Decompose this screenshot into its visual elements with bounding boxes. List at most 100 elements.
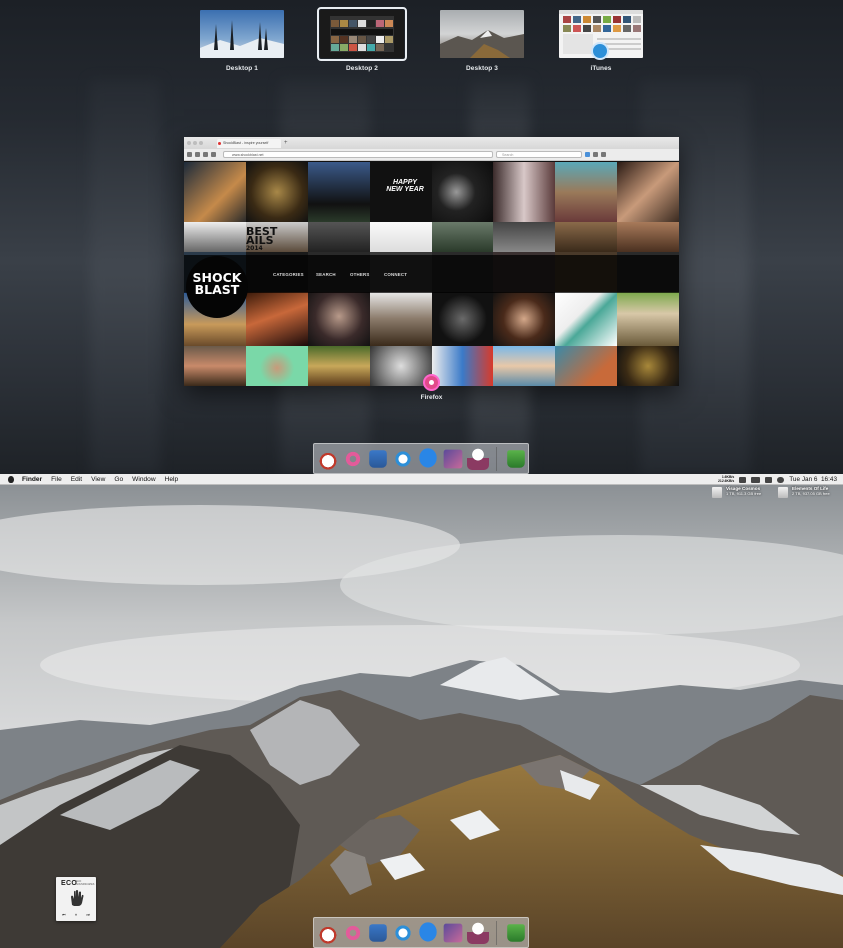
photo-tile[interactable] bbox=[184, 346, 246, 386]
next-track-button[interactable]: ⏭ bbox=[86, 912, 90, 917]
url-bar[interactable]: www.shockblast.net bbox=[223, 151, 493, 158]
photo-tile[interactable] bbox=[493, 292, 556, 346]
jar-icon[interactable] bbox=[369, 923, 387, 942]
photo-tile[interactable] bbox=[307, 346, 370, 386]
pause-button[interactable]: ⏸ bbox=[75, 912, 77, 917]
menu-go[interactable]: Go bbox=[114, 476, 123, 483]
net-down: 212.6KB/s bbox=[718, 478, 735, 483]
firefox-app-badge-icon bbox=[423, 374, 440, 391]
drive-text: Elements Of Life 2 TB, 937.05 GB free bbox=[792, 486, 830, 496]
photo-tile[interactable] bbox=[245, 162, 308, 222]
display-icon[interactable] bbox=[739, 476, 747, 483]
mission-control: Desktop 1 Desktop 2 Desktop 3 iTunes Sho… bbox=[0, 0, 843, 474]
menu-view[interactable]: View bbox=[91, 476, 105, 483]
jar-icon[interactable] bbox=[369, 449, 387, 468]
photo-tile[interactable] bbox=[369, 222, 432, 252]
photo-tile[interactable] bbox=[245, 292, 308, 346]
photo-tile[interactable] bbox=[555, 162, 618, 222]
photo-tile[interactable] bbox=[617, 222, 679, 252]
photo-tile[interactable] bbox=[617, 162, 679, 222]
forward-icon[interactable] bbox=[195, 152, 200, 157]
back-icon[interactable] bbox=[187, 152, 192, 157]
drive-info: 2 TB, 937.05 GB free bbox=[792, 491, 830, 496]
cupcake-icon[interactable] bbox=[467, 447, 489, 470]
space-label: Desktop 3 bbox=[466, 65, 498, 72]
space-itunes[interactable]: iTunes bbox=[557, 8, 645, 72]
ring-icon[interactable] bbox=[392, 447, 414, 470]
hard-drive-icon bbox=[778, 487, 788, 498]
photo-tile[interactable] bbox=[555, 292, 618, 346]
menu-edit[interactable]: Edit bbox=[71, 476, 82, 483]
cloud-icon[interactable] bbox=[777, 476, 785, 483]
drive-visage-cosmos[interactable]: Visage Cosmos 1 TB, 911.3 GB free bbox=[712, 486, 761, 498]
photo-tile[interactable] bbox=[493, 222, 556, 252]
reload-icon[interactable] bbox=[203, 152, 208, 157]
photo-tile[interactable] bbox=[493, 346, 556, 386]
network-speed[interactable]: 1.6KB/s 212.6KB/s bbox=[718, 475, 735, 483]
menu-icon[interactable] bbox=[601, 152, 606, 157]
donut-icon[interactable] bbox=[342, 921, 364, 944]
tea-cup-icon[interactable] bbox=[317, 921, 339, 944]
menu-app-name[interactable]: Finder bbox=[22, 476, 42, 483]
trash-bucket-icon[interactable] bbox=[507, 449, 525, 468]
photo-tile[interactable] bbox=[617, 292, 679, 346]
photo-tile[interactable] bbox=[493, 162, 556, 222]
photo-tile[interactable] bbox=[307, 162, 370, 222]
apple-menu-icon[interactable] bbox=[8, 475, 14, 483]
nav-others[interactable]: OTHERS bbox=[350, 272, 370, 277]
messages-icon[interactable] bbox=[417, 447, 439, 470]
donut-icon[interactable] bbox=[342, 447, 364, 470]
space-desktop-3[interactable]: Desktop 3 bbox=[438, 8, 526, 72]
space-desktop-2[interactable]: Desktop 2 bbox=[317, 7, 407, 72]
photos-icon[interactable] bbox=[443, 923, 463, 942]
site-logo[interactable]: SHOCK BLAST bbox=[186, 256, 248, 318]
nav-connect[interactable]: CONNECT bbox=[384, 272, 407, 277]
photo-tile[interactable] bbox=[307, 222, 370, 252]
photo-tile[interactable] bbox=[555, 222, 618, 252]
cupcake-icon[interactable] bbox=[467, 921, 489, 944]
new-tab-button[interactable]: + bbox=[284, 140, 288, 146]
hand-icon bbox=[71, 890, 84, 906]
photo-tile[interactable] bbox=[369, 292, 432, 346]
widget-logo: ECO bbox=[61, 880, 78, 887]
photo-tile[interactable] bbox=[184, 162, 246, 222]
photo-tile[interactable] bbox=[431, 162, 494, 222]
ring-icon[interactable] bbox=[392, 921, 414, 944]
tile-caption: NEW YEAR bbox=[386, 186, 424, 193]
downloads-icon[interactable] bbox=[593, 152, 598, 157]
photo-tile[interactable] bbox=[555, 346, 618, 386]
photo-tile[interactable] bbox=[617, 346, 679, 386]
tea-cup-icon[interactable] bbox=[317, 447, 339, 470]
photos-icon[interactable] bbox=[443, 449, 463, 468]
drive-text: Visage Cosmos 1 TB, 911.3 GB free bbox=[726, 486, 761, 496]
drive-elements-of-life[interactable]: Elements Of Life 2 TB, 937.05 GB free bbox=[778, 486, 830, 498]
menu-file[interactable]: File bbox=[51, 476, 62, 483]
menu-window[interactable]: Window bbox=[132, 476, 155, 483]
photo-tile[interactable] bbox=[245, 346, 308, 386]
photo-tile[interactable] bbox=[184, 222, 246, 252]
nav-categories[interactable]: CATEGORIES bbox=[273, 272, 304, 277]
mission-control-icon[interactable] bbox=[765, 476, 773, 483]
close-button[interactable] bbox=[187, 141, 191, 145]
trash-bucket-icon[interactable] bbox=[507, 923, 525, 942]
menu-clock[interactable]: Tue Jan 6 16:43 bbox=[789, 476, 837, 483]
dock-bottom bbox=[313, 917, 529, 948]
search-field[interactable]: Search bbox=[496, 151, 582, 158]
photo-tile[interactable] bbox=[431, 222, 494, 252]
home-icon[interactable] bbox=[211, 152, 216, 157]
space-desktop-1[interactable]: Desktop 1 bbox=[198, 8, 286, 72]
browser-tab[interactable]: ShockBlast - inspire yourself bbox=[217, 138, 281, 148]
photo-tile[interactable] bbox=[431, 346, 494, 386]
messages-icon[interactable] bbox=[417, 921, 439, 944]
zoom-button[interactable] bbox=[199, 141, 203, 145]
nav-search[interactable]: SEARCH bbox=[316, 272, 336, 277]
menu-help[interactable]: Help bbox=[165, 476, 179, 483]
previous-track-button[interactable]: ⏮ bbox=[62, 912, 66, 917]
photo-tile[interactable] bbox=[307, 292, 370, 346]
music-player-widget[interactable]: ECO ECO SOUNDSCAPES ⏮ ⏸ ⏭ bbox=[56, 877, 96, 921]
photo-tile[interactable] bbox=[431, 292, 494, 346]
battery-icon[interactable] bbox=[751, 476, 761, 483]
newyear-tile-text: HAPPY NEW YEAR bbox=[385, 179, 425, 193]
bookmark-icon[interactable] bbox=[585, 152, 590, 157]
minimize-button[interactable] bbox=[193, 141, 197, 145]
